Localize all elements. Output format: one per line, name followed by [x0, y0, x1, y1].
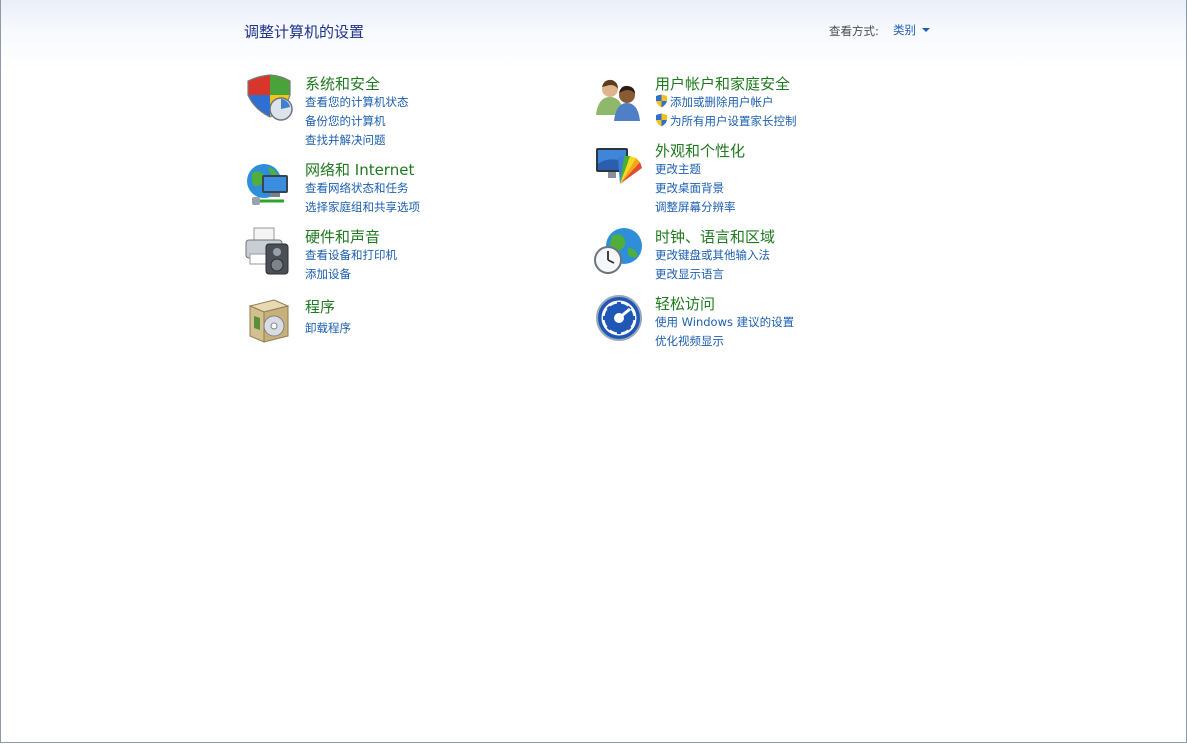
control-panel-window: 调整计算机的设置 查看方式: 类别 系统和安全 查看您的计算机状态 备份您的计算… — [0, 0, 1187, 743]
link-parental-controls[interactable]: 为所有用户设置家长控制 — [655, 113, 797, 129]
link-view-computer-status[interactable]: 查看您的计算机状态 — [305, 94, 409, 110]
category-title-ease-of-access[interactable]: 轻松访问 — [655, 293, 715, 314]
link-homegroup-sharing[interactable]: 选择家庭组和共享选项 — [305, 199, 420, 215]
link-adjust-resolution[interactable]: 调整屏幕分辨率 — [655, 199, 736, 215]
link-change-background[interactable]: 更改桌面背景 — [655, 180, 724, 196]
uac-shield-icon — [656, 94, 667, 108]
view-by-dropdown[interactable]: 类别 — [893, 22, 930, 38]
uac-shield-icon — [656, 113, 667, 127]
category-title-clock-language[interactable]: 时钟、语言和区域 — [655, 226, 775, 247]
security-shield-icon[interactable] — [244, 73, 294, 123]
link-add-remove-accounts[interactable]: 添加或删除用户帐户 — [655, 94, 774, 110]
view-by-value: 类别 — [893, 23, 916, 37]
category-programs: 程序 卸载程序 — [244, 296, 544, 346]
category-title-programs[interactable]: 程序 — [305, 296, 335, 317]
display-palette-icon[interactable] — [594, 140, 644, 190]
printer-speaker-icon[interactable] — [244, 226, 294, 276]
link-devices-printers[interactable]: 查看设备和打印机 — [305, 247, 397, 263]
users-icon[interactable] — [594, 73, 644, 123]
category-hardware-sound: 硬件和声音 查看设备和打印机 添加设备 — [244, 226, 544, 286]
link-label: 为所有用户设置家长控制 — [670, 114, 797, 128]
category-title-system-security[interactable]: 系统和安全 — [305, 73, 380, 94]
category-clock-language: 时钟、语言和区域 更改键盘或其他输入法 更改显示语言 — [594, 226, 914, 286]
link-windows-recommended-settings[interactable]: 使用 Windows 建议的设置 — [655, 314, 794, 330]
ease-of-access-icon[interactable] — [594, 293, 644, 343]
network-globe-icon[interactable] — [244, 159, 294, 209]
link-change-input-methods[interactable]: 更改键盘或其他输入法 — [655, 247, 770, 263]
link-optimize-visual-display[interactable]: 优化视频显示 — [655, 333, 724, 349]
clock-globe-icon[interactable] — [594, 226, 644, 276]
link-change-display-language[interactable]: 更改显示语言 — [655, 266, 724, 282]
category-system-security: 系统和安全 查看您的计算机状态 备份您的计算机 查找并解决问题 — [244, 73, 544, 153]
programs-box-icon[interactable] — [244, 296, 294, 346]
category-title-network-internet[interactable]: 网络和 Internet — [305, 159, 414, 180]
link-troubleshoot[interactable]: 查找并解决问题 — [305, 132, 386, 148]
link-backup-computer[interactable]: 备份您的计算机 — [305, 113, 386, 129]
link-uninstall-program[interactable]: 卸载程序 — [305, 320, 351, 336]
category-appearance: 外观和个性化 更改主题 更改桌面背景 调整屏幕分辨率 — [594, 140, 914, 220]
category-user-accounts: 用户帐户和家庭安全 添加或删除用户帐户 为所有用户设置家长控制 — [594, 73, 914, 133]
link-view-network-status[interactable]: 查看网络状态和任务 — [305, 180, 409, 196]
view-by-label: 查看方式: — [829, 24, 879, 38]
chevron-down-icon — [922, 28, 930, 32]
category-network-internet: 网络和 Internet 查看网络状态和任务 选择家庭组和共享选项 — [244, 159, 544, 219]
page-title: 调整计算机的设置 — [244, 23, 365, 41]
category-title-user-accounts[interactable]: 用户帐户和家庭安全 — [655, 73, 790, 94]
link-add-device[interactable]: 添加设备 — [305, 266, 351, 282]
category-title-appearance[interactable]: 外观和个性化 — [655, 140, 745, 161]
link-change-theme[interactable]: 更改主题 — [655, 161, 701, 177]
link-label: 添加或删除用户帐户 — [670, 95, 774, 109]
category-ease-of-access: 轻松访问 使用 Windows 建议的设置 优化视频显示 — [594, 293, 914, 353]
category-title-hardware-sound[interactable]: 硬件和声音 — [305, 226, 380, 247]
